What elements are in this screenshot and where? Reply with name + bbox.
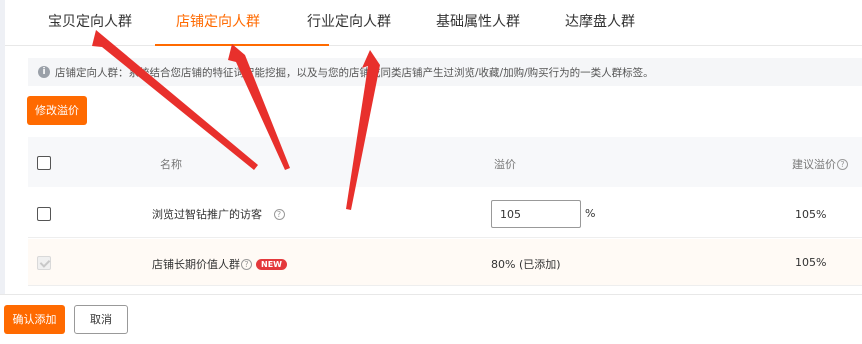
help-icon[interactable]: ? — [837, 159, 848, 170]
suggested-premium: 105% — [795, 256, 827, 269]
cancel-button[interactable]: 取消 — [74, 305, 128, 334]
active-tab-indicator — [155, 44, 329, 46]
info-bar: i 店铺定向人群：系统结合您店铺的特征词智能挖掘，以及与您的店铺或同类店铺产生过… — [28, 58, 862, 86]
table-header: 名称 溢价 建议溢价? — [28, 137, 862, 187]
select-all-checkbox[interactable] — [37, 156, 51, 170]
help-icon[interactable]: ? — [241, 259, 252, 270]
new-badge: NEW — [256, 259, 287, 270]
row-name: 浏览过智钻推广的访客 — [152, 208, 262, 221]
premium-unit: % — [585, 207, 596, 220]
confirm-add-button[interactable]: 确认添加 — [4, 305, 65, 334]
modify-premium-button[interactable]: 修改溢价 — [27, 96, 87, 125]
info-icon: i — [38, 66, 50, 78]
tab-bar: 宝贝定向人群 店铺定向人群 行业定向人群 基础属性人群 达摩盘人群 — [5, 0, 862, 46]
footer-bar: 确认添加 取消 — [0, 294, 862, 344]
column-suggested-header: 建议溢价? — [792, 156, 848, 172]
row-checkbox[interactable] — [37, 207, 51, 221]
suggested-label: 建议溢价 — [792, 158, 836, 171]
table-row: 浏览过智钻推广的访客 ? % 105% — [28, 188, 862, 238]
table-row: 店铺长期价值人群? NEW 80% (已添加) 105% — [28, 239, 862, 286]
row-checkbox-disabled — [37, 256, 51, 270]
column-premium-header: 溢价 — [494, 158, 516, 171]
tab-damopan[interactable]: 达摩盘人群 — [565, 0, 635, 46]
row-name: 店铺长期价值人群 — [152, 258, 240, 271]
suggested-premium: 105% — [795, 208, 827, 221]
row-name-cell: 店铺长期价值人群? NEW — [152, 256, 287, 272]
help-icon[interactable]: ? — [273, 209, 285, 220]
tab-item-targeting[interactable]: 宝贝定向人群 — [48, 0, 132, 46]
column-name-header: 名称 — [160, 158, 182, 171]
left-rail — [0, 0, 5, 344]
tab-shop-targeting[interactable]: 店铺定向人群 — [176, 0, 260, 46]
premium-added-text: 80% (已添加) — [491, 258, 561, 271]
premium-input[interactable] — [491, 200, 581, 228]
tab-basic-attributes[interactable]: 基础属性人群 — [436, 0, 520, 46]
row-name-cell: 浏览过智钻推广的访客 ? — [152, 206, 285, 222]
tab-industry-targeting[interactable]: 行业定向人群 — [307, 0, 391, 46]
info-text: 店铺定向人群：系统结合您店铺的特征词智能挖掘，以及与您的店铺或同类店铺产生过浏览… — [55, 67, 654, 79]
